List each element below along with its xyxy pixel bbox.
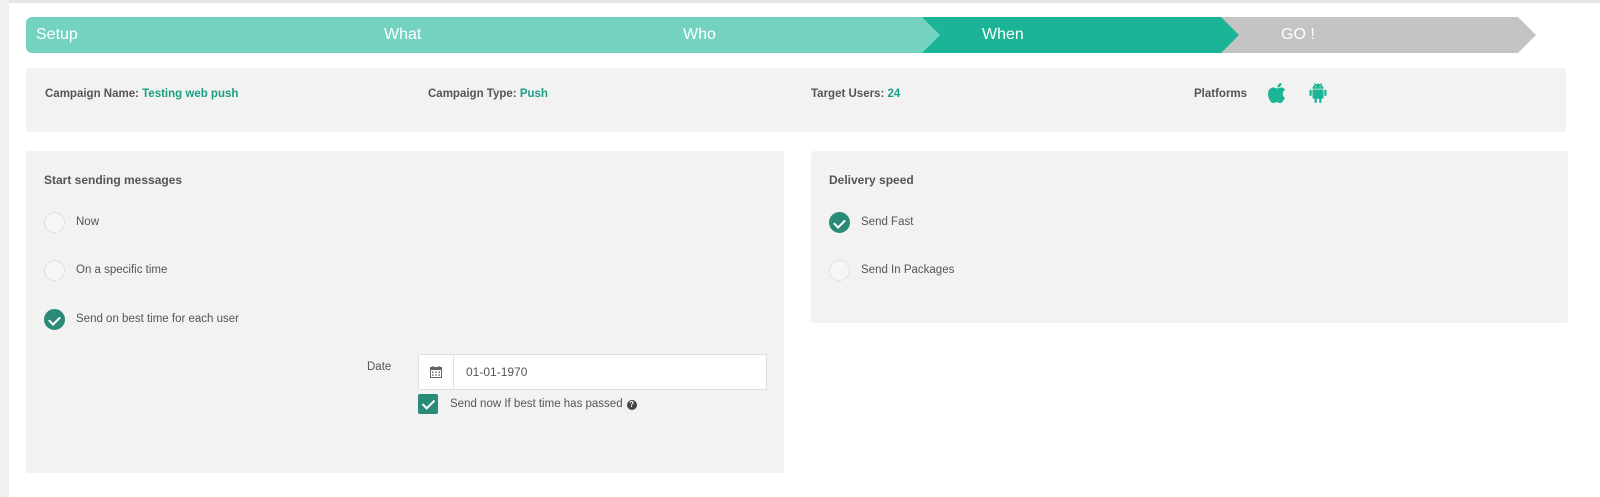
radio-circle[interactable]: [44, 211, 65, 233]
help-icon[interactable]: ?: [626, 400, 637, 410]
date-input[interactable]: [454, 355, 766, 389]
radio-send-fast[interactable]: Send Fast: [829, 211, 913, 233]
calendar-glyph: [430, 366, 442, 378]
campaign-type: Campaign Type: Push: [428, 88, 548, 100]
radio-circle[interactable]: [829, 259, 850, 281]
wizard-step-label: Who: [683, 26, 716, 43]
radio-send-packages[interactable]: Send In Packages: [829, 259, 954, 281]
campaign-name: Campaign Name: Testing web push: [45, 88, 239, 100]
radio-specific-time[interactable]: On a specific time: [44, 259, 167, 281]
delivery-speed-panel: Delivery speed Send Fast Send In Package…: [811, 151, 1568, 323]
send-now-checkbox[interactable]: [418, 394, 438, 414]
campaign-type-value: Push: [519, 88, 548, 100]
wizard-step-who[interactable]: Who: [623, 17, 941, 53]
radio-label: On a specific time: [76, 264, 168, 276]
wizard-step-label: What: [384, 26, 422, 43]
send-now-checkbox-row[interactable]: Send now If best time has passed?: [418, 394, 637, 414]
campaign-name-value: Testing web push: [142, 88, 239, 100]
wizard-step-setup[interactable]: Setup: [26, 17, 344, 53]
campaign-wizard: Setup What Who When GO !: [26, 17, 1566, 53]
calendar-icon[interactable]: [419, 355, 454, 389]
send-now-label: Send now If best time has passed?: [450, 398, 637, 410]
wizard-step-label: When: [982, 26, 1024, 43]
top-border: [0, 0, 1600, 3]
left-border: [0, 0, 9, 497]
campaign-info-bar: Campaign Name: Testing web push Campaign…: [26, 68, 1566, 132]
radio-label: Now: [76, 216, 100, 228]
start-sending-title: Start sending messages: [44, 173, 183, 187]
start-sending-panel: Start sending messages Now On a specific…: [26, 151, 784, 473]
apple-icon: [1268, 83, 1286, 104]
date-label: Date: [367, 361, 392, 373]
radio-circle-checked[interactable]: [44, 308, 65, 330]
radio-label: Send In Packages: [861, 264, 955, 276]
radio-best-time[interactable]: Send on best time for each user: [44, 308, 239, 330]
radio-label: Send Fast: [861, 216, 914, 228]
platforms-label: Platforms: [1194, 88, 1248, 100]
radio-now[interactable]: Now: [44, 211, 99, 233]
wizard-step-when[interactable]: When: [922, 17, 1240, 53]
radio-circle-checked[interactable]: [829, 211, 850, 233]
target-users: Target Users: 24: [811, 88, 901, 100]
radio-circle[interactable]: [44, 259, 65, 281]
delivery-speed-title: Delivery speed: [829, 173, 914, 187]
android-icon: [1309, 82, 1327, 103]
wizard-step-label: GO !: [1281, 26, 1315, 43]
wizard-step-what[interactable]: What: [324, 17, 642, 53]
target-users-value: 24: [887, 88, 901, 100]
radio-label: Send on best time for each user: [76, 313, 240, 325]
date-picker: [418, 354, 767, 390]
wizard-step-go[interactable]: GO !: [1221, 17, 1536, 53]
wizard-step-label: Setup: [36, 26, 78, 43]
